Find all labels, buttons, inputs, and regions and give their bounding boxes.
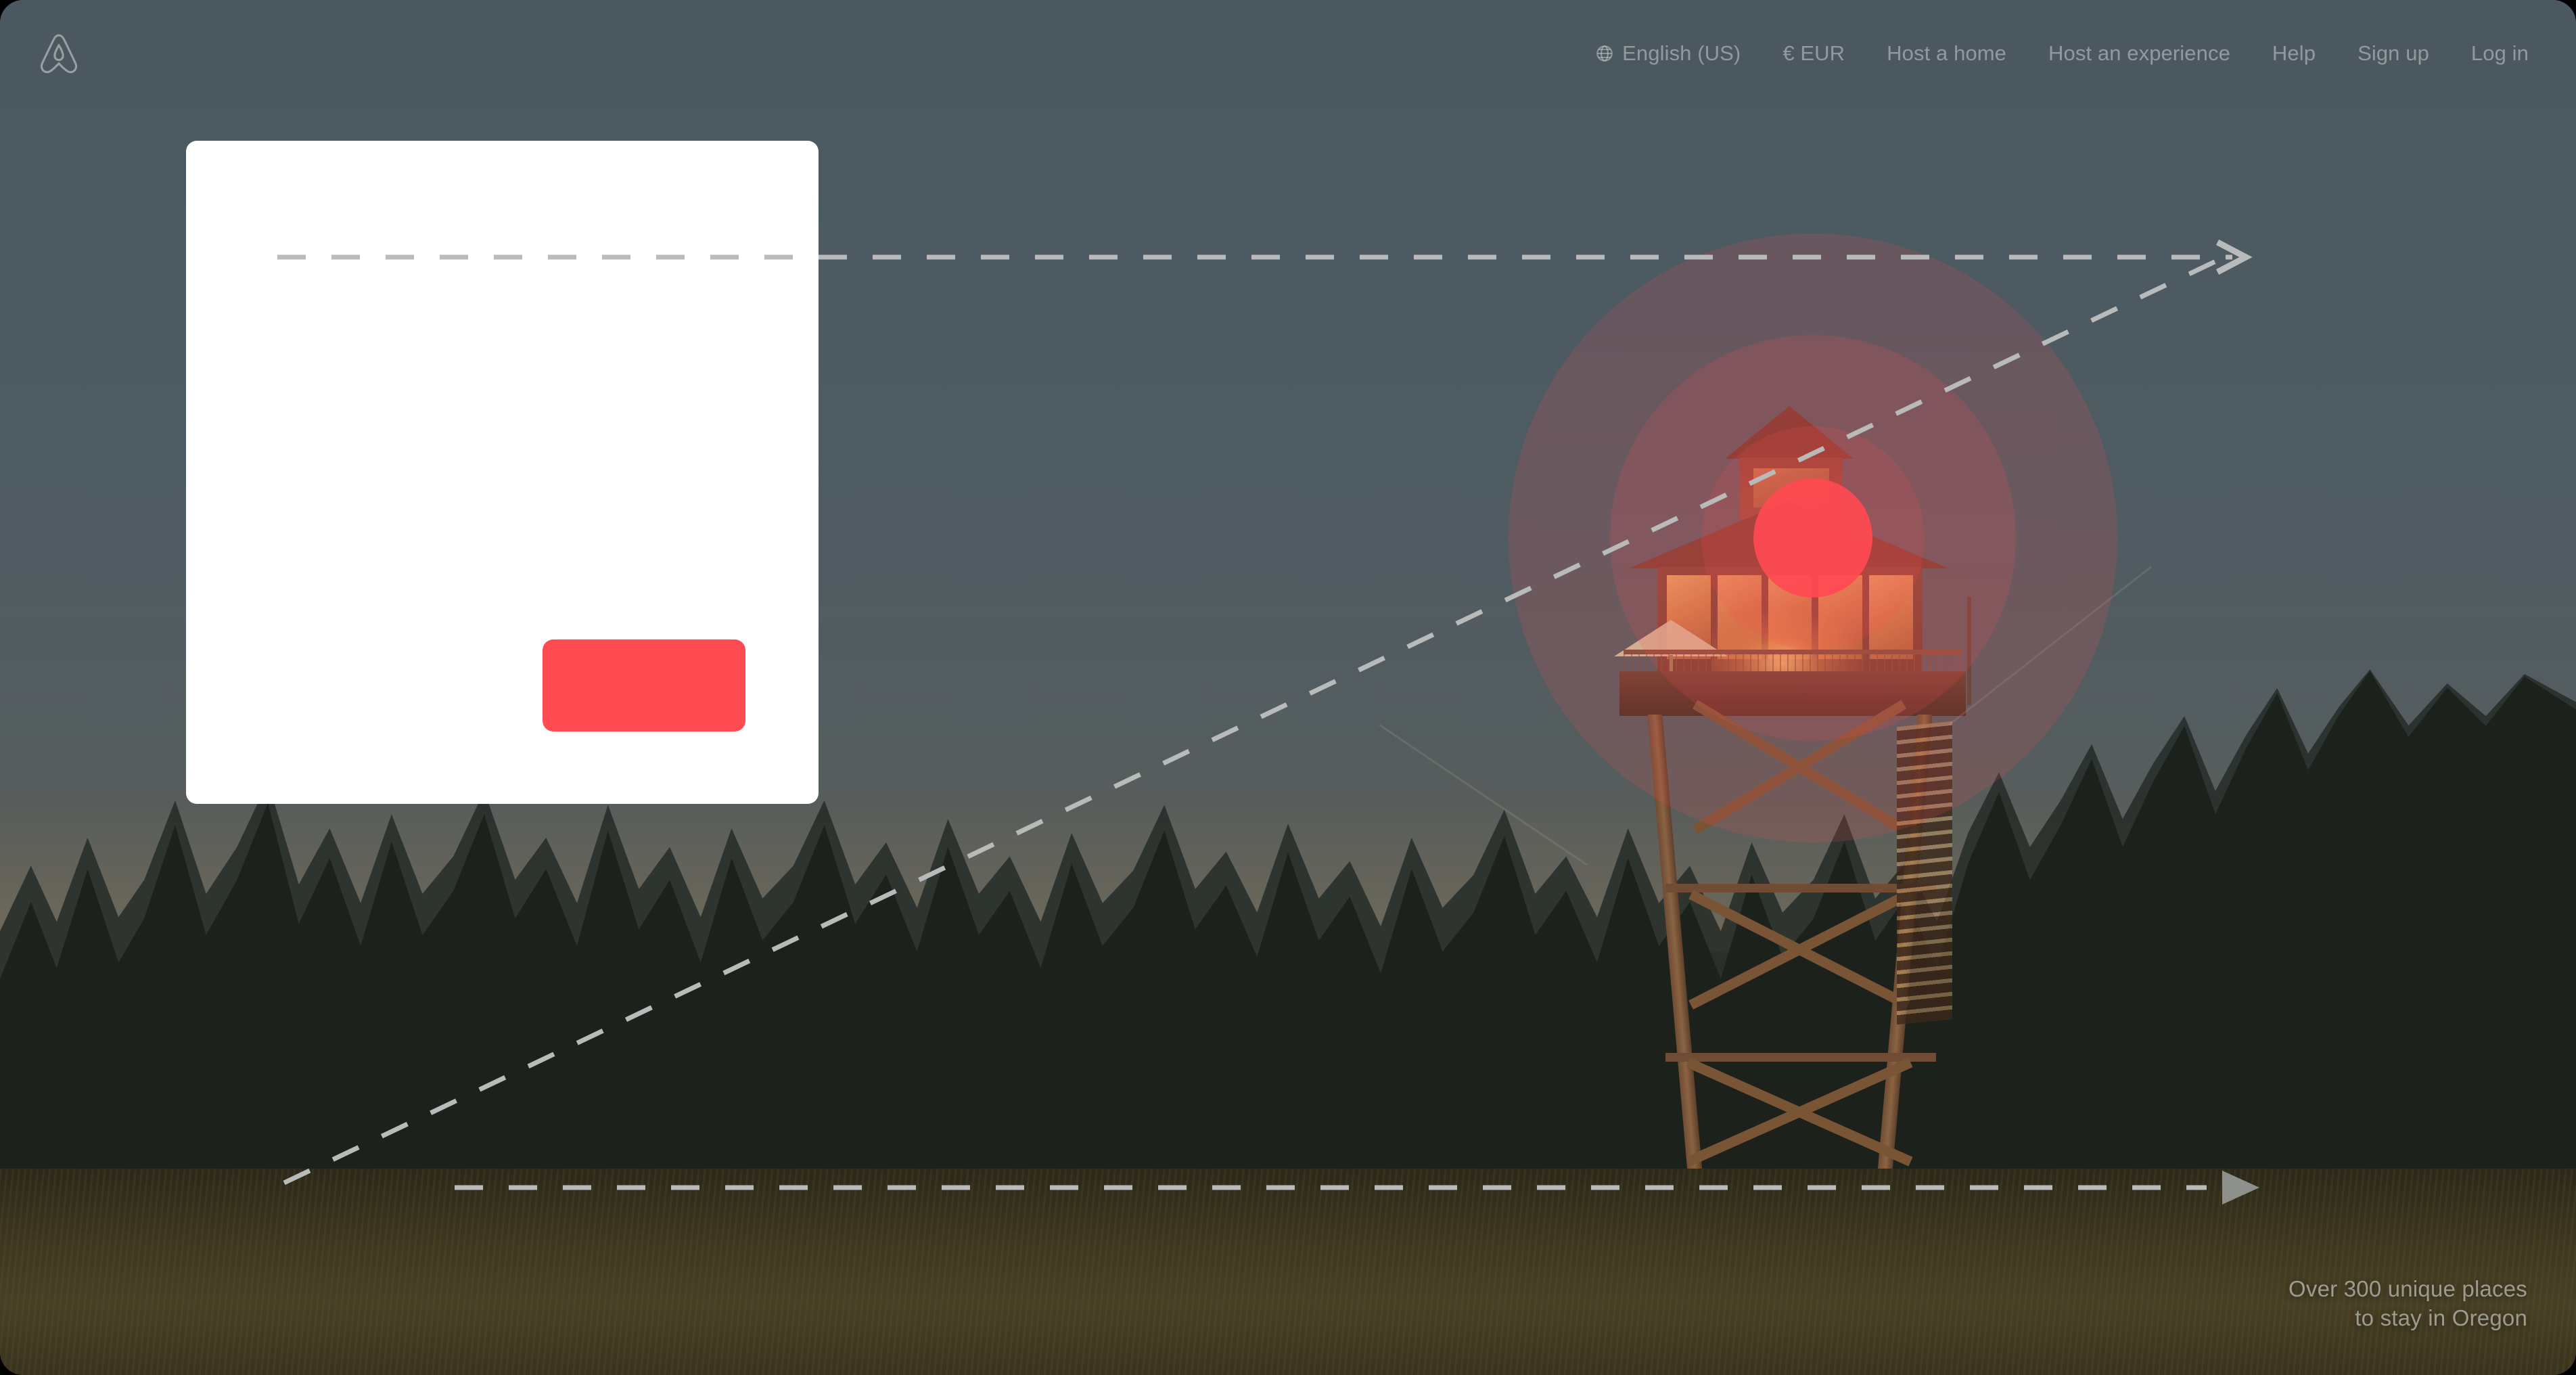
hero-caption: Over 300 unique places to stay in Oregon bbox=[2288, 1274, 2527, 1333]
nav-item-label: Host a home bbox=[1887, 41, 2007, 65]
airbnb-belo-logo[interactable] bbox=[39, 32, 78, 74]
nav-item-currency[interactable]: € EUR bbox=[1782, 35, 1845, 72]
horizontal-brace bbox=[1665, 1053, 1936, 1062]
card-cta-button[interactable] bbox=[543, 639, 745, 731]
nav-item-label: English (US) bbox=[1622, 41, 1741, 65]
nav-item-login[interactable]: Log in bbox=[2471, 35, 2529, 72]
nav-item-host-home[interactable]: Host a home bbox=[1887, 35, 2006, 72]
nav-item-label: Help bbox=[2272, 41, 2316, 65]
hero-caption-line-1: Over 300 unique places bbox=[2288, 1276, 2527, 1301]
nav-item-language[interactable]: English (US) bbox=[1595, 35, 1741, 72]
app-window: English (US) € EUR Host a home Host an e… bbox=[0, 0, 2576, 1375]
globe-icon bbox=[1595, 44, 1614, 63]
deck-platform bbox=[1619, 671, 1966, 716]
nav-item-host-experience[interactable]: Host an experience bbox=[2048, 35, 2230, 72]
fire-lookout-tower bbox=[1379, 406, 2153, 1259]
tower-legs bbox=[1647, 700, 1936, 1188]
antenna-mast bbox=[1967, 597, 1971, 705]
nav-item-help[interactable]: Help bbox=[2272, 35, 2316, 72]
horizontal-brace bbox=[1665, 884, 1936, 893]
site-header: English (US) € EUR Host a home Host an e… bbox=[0, 0, 2576, 107]
main-roof bbox=[1629, 501, 1948, 568]
nav-item-label: € EUR bbox=[1782, 41, 1845, 65]
primary-navigation: English (US) € EUR Host a home Host an e… bbox=[1595, 35, 2529, 72]
cupola-roof bbox=[1725, 406, 1854, 459]
tower-leg bbox=[1647, 715, 1704, 1188]
nav-item-label: Sign up bbox=[2358, 41, 2429, 65]
hero-caption-line-2: to stay in Oregon bbox=[2355, 1305, 2527, 1331]
tower-staircase bbox=[1897, 721, 1952, 1025]
nav-item-signup[interactable]: Sign up bbox=[2358, 35, 2429, 72]
foreground-meadow bbox=[0, 1169, 2576, 1375]
nav-item-label: Host an experience bbox=[2048, 41, 2230, 65]
window-pane bbox=[1869, 575, 1913, 659]
nav-item-label: Log in bbox=[2470, 41, 2529, 65]
